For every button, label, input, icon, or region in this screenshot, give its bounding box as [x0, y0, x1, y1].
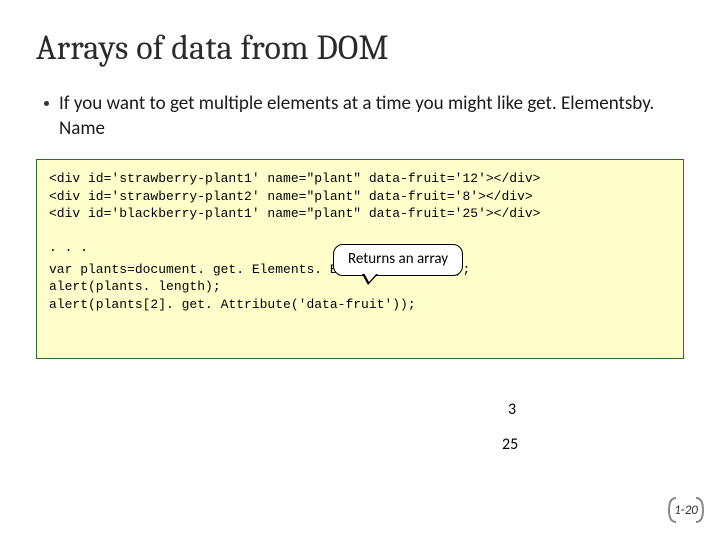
output-value-length: 3: [508, 400, 516, 419]
code-block: <div id='strawberry-plant1' name="plant"…: [36, 159, 684, 359]
code-line: <div id='strawberry-plant2' name="plant"…: [49, 189, 533, 204]
bullet-dot-icon: [44, 101, 49, 106]
page-title: Arrays of data from DOM: [36, 28, 684, 68]
output-value-attribute: 25: [502, 435, 518, 454]
callout-bubble: Returns an array: [333, 244, 463, 275]
code-line: <div id='strawberry-plant1' name="plant"…: [49, 171, 540, 186]
page-number: 1-20: [674, 503, 698, 518]
callout-text: Returns an array: [348, 250, 448, 268]
page-number-badge: 1-20: [666, 494, 706, 526]
bullet-text: If you want to get multiple elements at …: [59, 92, 684, 141]
code-line: alert(plants. length);: [49, 279, 221, 294]
slide: Arrays of data from DOM If you want to g…: [0, 0, 720, 540]
bullet-item: If you want to get multiple elements at …: [44, 92, 684, 141]
code-line: <div id='blackberry-plant1' name="plant"…: [49, 206, 540, 221]
code-line: alert(plants[2]. get. Attribute('data-fr…: [49, 297, 416, 312]
